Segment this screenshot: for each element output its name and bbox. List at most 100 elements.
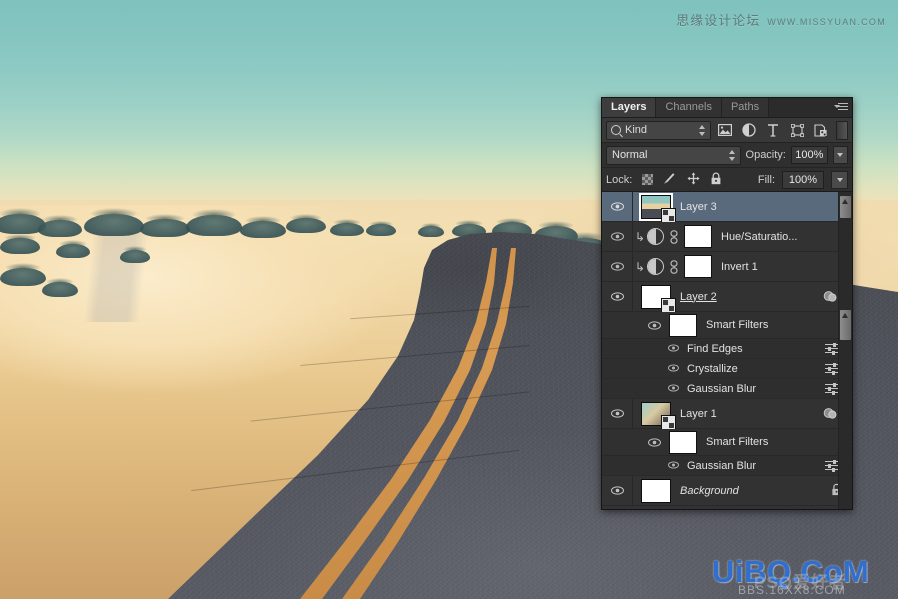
watermark-bottom-url: BBS.16XX8.COM	[738, 583, 846, 597]
layer-filter-row: Kind	[602, 118, 852, 143]
eye-icon	[610, 292, 624, 301]
smart-filters-label: Smart Filters	[706, 319, 769, 331]
watermark-bottom: UiBQ.CoM PSO爱好者 BBS.16XX8.COM	[712, 556, 890, 597]
lock-transparent-pixels-icon[interactable]	[642, 174, 654, 185]
layer-mask-thumbnail[interactable]	[684, 255, 712, 278]
shape-filter-icon[interactable]	[788, 121, 807, 140]
filter-row-crystallize[interactable]: Crystallize	[602, 359, 852, 379]
layer-name[interactable]: Background	[680, 485, 739, 497]
scrub-bush	[56, 240, 90, 258]
type-filter-icon[interactable]	[764, 121, 783, 140]
smart-filter-mask-thumbnail[interactable]	[669, 430, 697, 454]
eye-icon[interactable]	[648, 320, 661, 330]
tab-paths[interactable]: Paths	[721, 98, 770, 117]
filter-row-find-edges[interactable]: Find Edges	[602, 339, 852, 359]
visibility-toggle[interactable]	[602, 192, 633, 221]
layer-thumbnail[interactable]	[641, 401, 676, 430]
filter-row-gaussian-blur[interactable]: Gaussian Blur	[602, 456, 852, 476]
fill-input[interactable]: 100%	[782, 170, 824, 189]
tab-channels[interactable]: Channels	[656, 98, 722, 117]
eye-icon[interactable]	[668, 461, 681, 470]
layer-row-layer-1[interactable]: Layer 1	[602, 399, 852, 430]
layer-list[interactable]: Layer 3 ↳ Hue/Saturatio... ↳ Invert 1 La…	[602, 192, 852, 509]
scrub-bush	[120, 246, 150, 263]
opacity-dropdown-button[interactable]	[832, 146, 848, 164]
filter-blending-options-icon[interactable]	[825, 382, 838, 395]
panel-menu-button[interactable]	[830, 98, 852, 117]
scrollbar-thumb-lower[interactable]	[840, 310, 851, 340]
scrub-bush	[418, 222, 444, 237]
visibility-toggle[interactable]	[602, 282, 633, 311]
layer-name[interactable]: Layer 2	[680, 291, 717, 303]
filter-blending-options-icon[interactable]	[825, 362, 838, 375]
scrollbar-thumb-upper[interactable]	[840, 196, 851, 218]
lock-image-pixels-icon[interactable]	[663, 172, 677, 188]
filter-name[interactable]: Gaussian Blur	[687, 460, 756, 472]
layer-name[interactable]: Invert 1	[721, 261, 758, 273]
eye-icon	[610, 409, 624, 418]
blend-mode-select[interactable]: Normal	[606, 145, 741, 165]
eye-icon[interactable]	[668, 344, 681, 353]
layer-row-invert-1[interactable]: ↳ Invert 1	[602, 252, 852, 282]
smart-filter-mask-thumbnail[interactable]	[669, 313, 697, 337]
layer-row-hue-saturation[interactable]: ↳ Hue/Saturatio...	[602, 222, 852, 252]
visibility-toggle[interactable]	[602, 222, 633, 251]
chevron-updown-icon	[728, 149, 736, 161]
layer-name[interactable]: Layer 1	[680, 408, 717, 420]
link-mask-icon[interactable]	[668, 229, 680, 244]
filter-name[interactable]: Crystallize	[687, 363, 738, 375]
smart-filter-indicator-icon[interactable]	[823, 407, 838, 420]
layer-row-layer-3[interactable]: Layer 3	[602, 192, 852, 223]
smart-filter-indicator-icon[interactable]	[823, 290, 838, 303]
layer-name[interactable]: Layer 3	[680, 201, 717, 213]
hue-saturation-adjustment-icon[interactable]	[647, 228, 664, 245]
lock-position-icon[interactable]	[687, 172, 700, 188]
image-filter-icon[interactable]	[716, 121, 735, 140]
eye-icon[interactable]	[668, 384, 681, 393]
smart-object-badge-icon	[661, 207, 676, 223]
filter-name[interactable]: Gaussian Blur	[687, 383, 756, 395]
layer-name[interactable]: Hue/Saturatio...	[721, 231, 797, 243]
adjustment-filter-icon[interactable]	[740, 121, 759, 140]
panel-menu-icon	[834, 103, 848, 112]
smart-filters-group-row[interactable]: Smart Filters	[602, 312, 852, 339]
filter-kind-select[interactable]: Kind	[606, 120, 711, 140]
blend-mode-value: Normal	[612, 149, 648, 161]
filter-kind-label: Kind	[625, 124, 648, 136]
layer-list-scrollbar[interactable]	[838, 192, 852, 509]
filter-blending-options-icon[interactable]	[825, 459, 838, 472]
lock-all-icon[interactable]	[710, 172, 722, 188]
scroll-up-caret-icon	[842, 199, 848, 204]
visibility-toggle[interactable]	[602, 252, 633, 281]
smart-object-filter-icon[interactable]	[812, 121, 831, 140]
layer-thumbnail[interactable]	[641, 284, 676, 313]
layer-mask-thumbnail[interactable]	[684, 225, 712, 248]
scrub-bush	[84, 207, 144, 236]
layer-row-layer-2[interactable]: Layer 2	[602, 282, 852, 313]
filter-toggle[interactable]	[835, 120, 848, 140]
eye-icon	[610, 232, 624, 241]
link-mask-icon[interactable]	[668, 259, 680, 274]
layers-panel: Layers Channels Paths Kind Normal Opacit…	[601, 97, 853, 510]
visibility-toggle[interactable]	[602, 399, 633, 428]
fill-dropdown-button[interactable]	[831, 170, 848, 189]
tab-layers[interactable]: Layers	[602, 98, 657, 117]
invert-adjustment-icon[interactable]	[647, 258, 664, 275]
lock-row: Lock: Fill: 100%	[602, 168, 852, 192]
eye-icon[interactable]	[648, 437, 661, 447]
opacity-label: Opacity:	[745, 149, 786, 161]
layer-row-background[interactable]: Background	[602, 476, 852, 506]
filter-blending-options-icon[interactable]	[825, 342, 838, 355]
opacity-input[interactable]: 100%	[790, 146, 828, 164]
filter-name[interactable]: Find Edges	[687, 343, 743, 355]
smart-filters-group-row[interactable]: Smart Filters	[602, 429, 852, 456]
filter-row-gaussian-blur[interactable]: Gaussian Blur	[602, 379, 852, 399]
layer-thumbnail[interactable]	[641, 478, 671, 503]
scrub-bush	[42, 277, 78, 297]
layer-thumbnail[interactable]	[639, 192, 676, 223]
scrub-bush	[366, 220, 396, 236]
visibility-toggle[interactable]	[602, 476, 633, 505]
eye-icon[interactable]	[668, 364, 681, 373]
eye-icon	[610, 486, 624, 495]
clipping-mask-icon: ↳	[634, 229, 646, 244]
